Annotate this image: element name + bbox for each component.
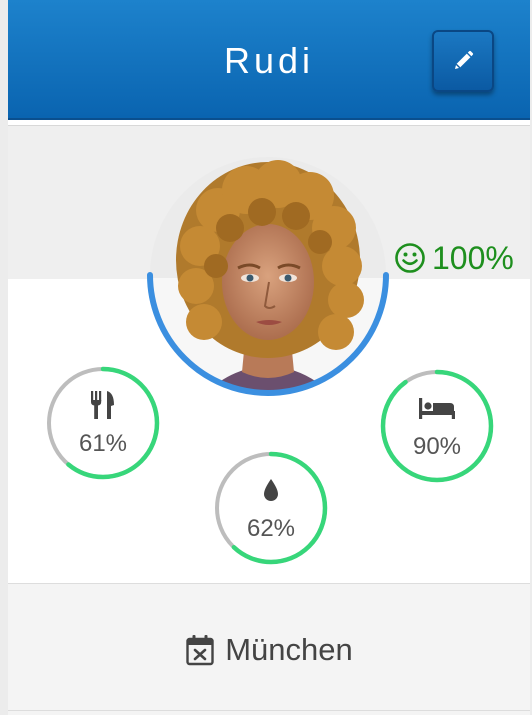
food-stat[interactable]: 61% [41,361,165,485]
water-value: 62% [246,515,296,542]
edit-button[interactable] [432,30,494,92]
pencil-icon [455,50,474,69]
location-label: München [225,631,353,667]
sleep-value: 90% [412,433,462,460]
water-stat[interactable]: 62% [209,446,333,570]
location-row[interactable]: München [8,584,530,715]
mood-indicator: 100% [394,238,514,278]
utensils-icon [91,391,114,419]
bed-icon [419,398,455,419]
droplet-icon [264,479,278,501]
character-card: Rudi 100% 61% 62% 90% München [8,0,530,715]
avatar[interactable] [138,150,398,410]
calendar-x-icon [186,634,214,665]
mood-value: 100% [432,239,514,276]
food-value: 61% [78,430,128,457]
smiley-icon [395,243,425,273]
sleep-stat[interactable]: 90% [375,364,499,488]
header-bar: Rudi [8,0,530,120]
footer-border [8,710,530,711]
